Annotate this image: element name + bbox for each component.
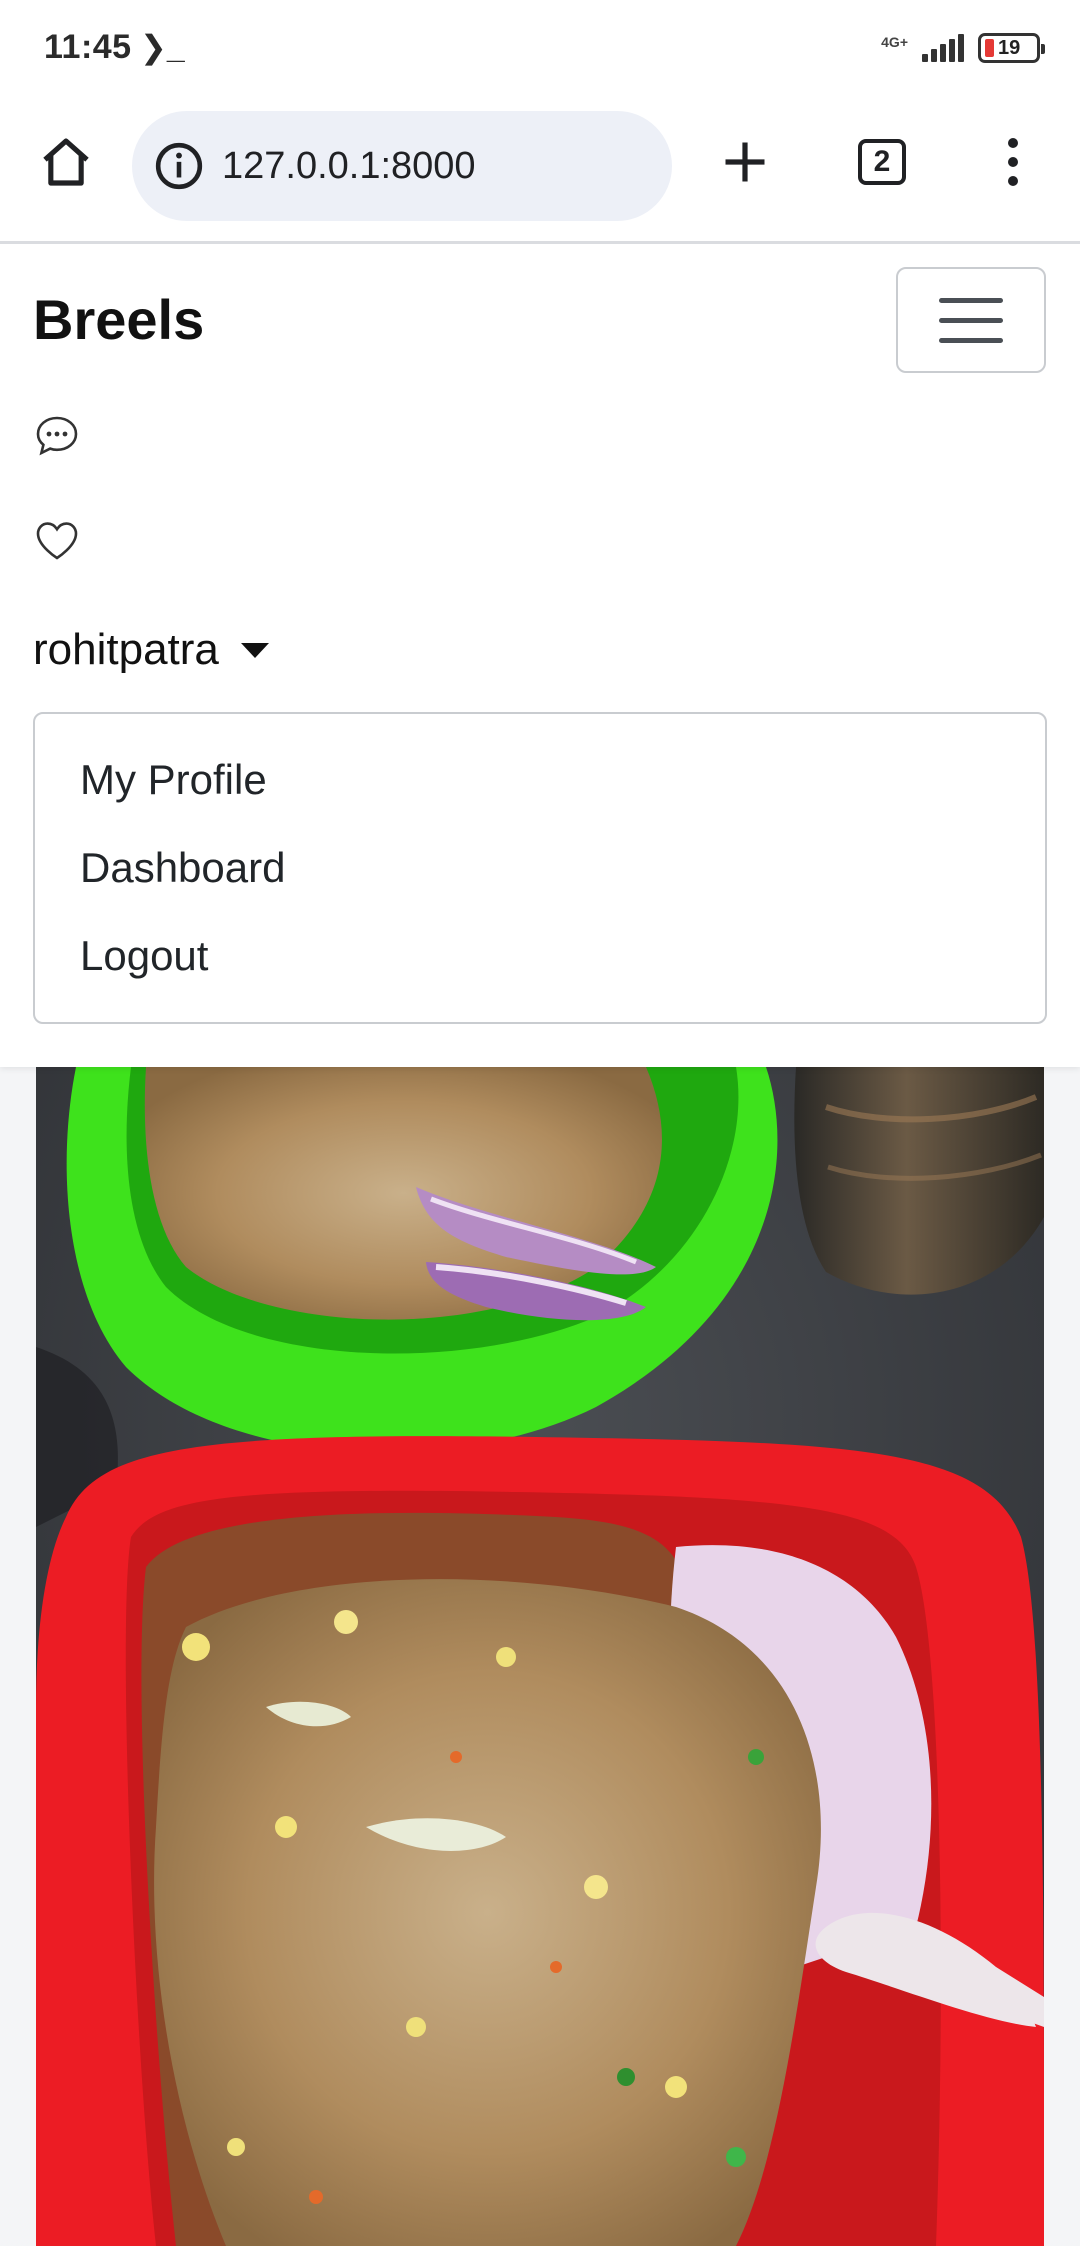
- battery-icon: 19: [978, 33, 1045, 63]
- user-dropdown-menu: My Profile Dashboard Logout: [33, 712, 1047, 1024]
- menu-item-my-profile[interactable]: My Profile: [35, 736, 1045, 824]
- info-icon[interactable]: [154, 141, 204, 191]
- navbar-toggler[interactable]: [896, 267, 1046, 373]
- username: rohitpatra: [33, 625, 219, 674]
- site-navbar: Breels rohitpatra My Profile Dashboard L…: [0, 247, 1080, 1067]
- user-dropdown-toggle[interactable]: rohitpatra: [33, 625, 269, 675]
- battery-level: [985, 39, 994, 57]
- tabs-icon: 2: [858, 139, 906, 185]
- brand-logo[interactable]: Breels: [33, 287, 204, 352]
- home-button[interactable]: [26, 122, 106, 202]
- tab-switcher-button[interactable]: 2: [842, 122, 922, 202]
- network-type: 4G+: [881, 34, 908, 50]
- terminal-icon: ❯_: [140, 29, 185, 65]
- home-icon: [43, 138, 89, 186]
- url-text[interactable]: 127.0.0.1:8000: [222, 145, 476, 188]
- browser-toolbar: 127.0.0.1:8000 2: [0, 96, 1080, 244]
- caret-down-icon: [240, 642, 269, 658]
- plus-icon: [725, 142, 765, 182]
- food-photo: [36, 1067, 1044, 2246]
- signal-icon: [922, 34, 964, 62]
- new-tab-button[interactable]: [705, 122, 785, 202]
- post-photo[interactable]: [36, 1067, 1044, 2246]
- more-icon: [1008, 138, 1018, 186]
- menu-item-dashboard[interactable]: Dashboard: [35, 824, 1045, 912]
- menu-icon: [939, 297, 1003, 303]
- address-bar[interactable]: 127.0.0.1:8000: [132, 111, 672, 221]
- status-bar: 11:45 ❯_ 4G+ 19: [0, 0, 1080, 96]
- menu-item-logout[interactable]: Logout: [35, 912, 1045, 1000]
- browser-menu-button[interactable]: [973, 122, 1053, 202]
- battery-percent: 19: [998, 36, 1021, 59]
- chat-icon[interactable]: [33, 412, 81, 460]
- heart-icon[interactable]: [33, 517, 81, 565]
- web-page: Breels rohitpatra My Profile Dashboard L…: [0, 247, 1080, 2246]
- status-time: 11:45: [44, 28, 132, 66]
- status-indicators: 4G+ 19: [881, 30, 1045, 66]
